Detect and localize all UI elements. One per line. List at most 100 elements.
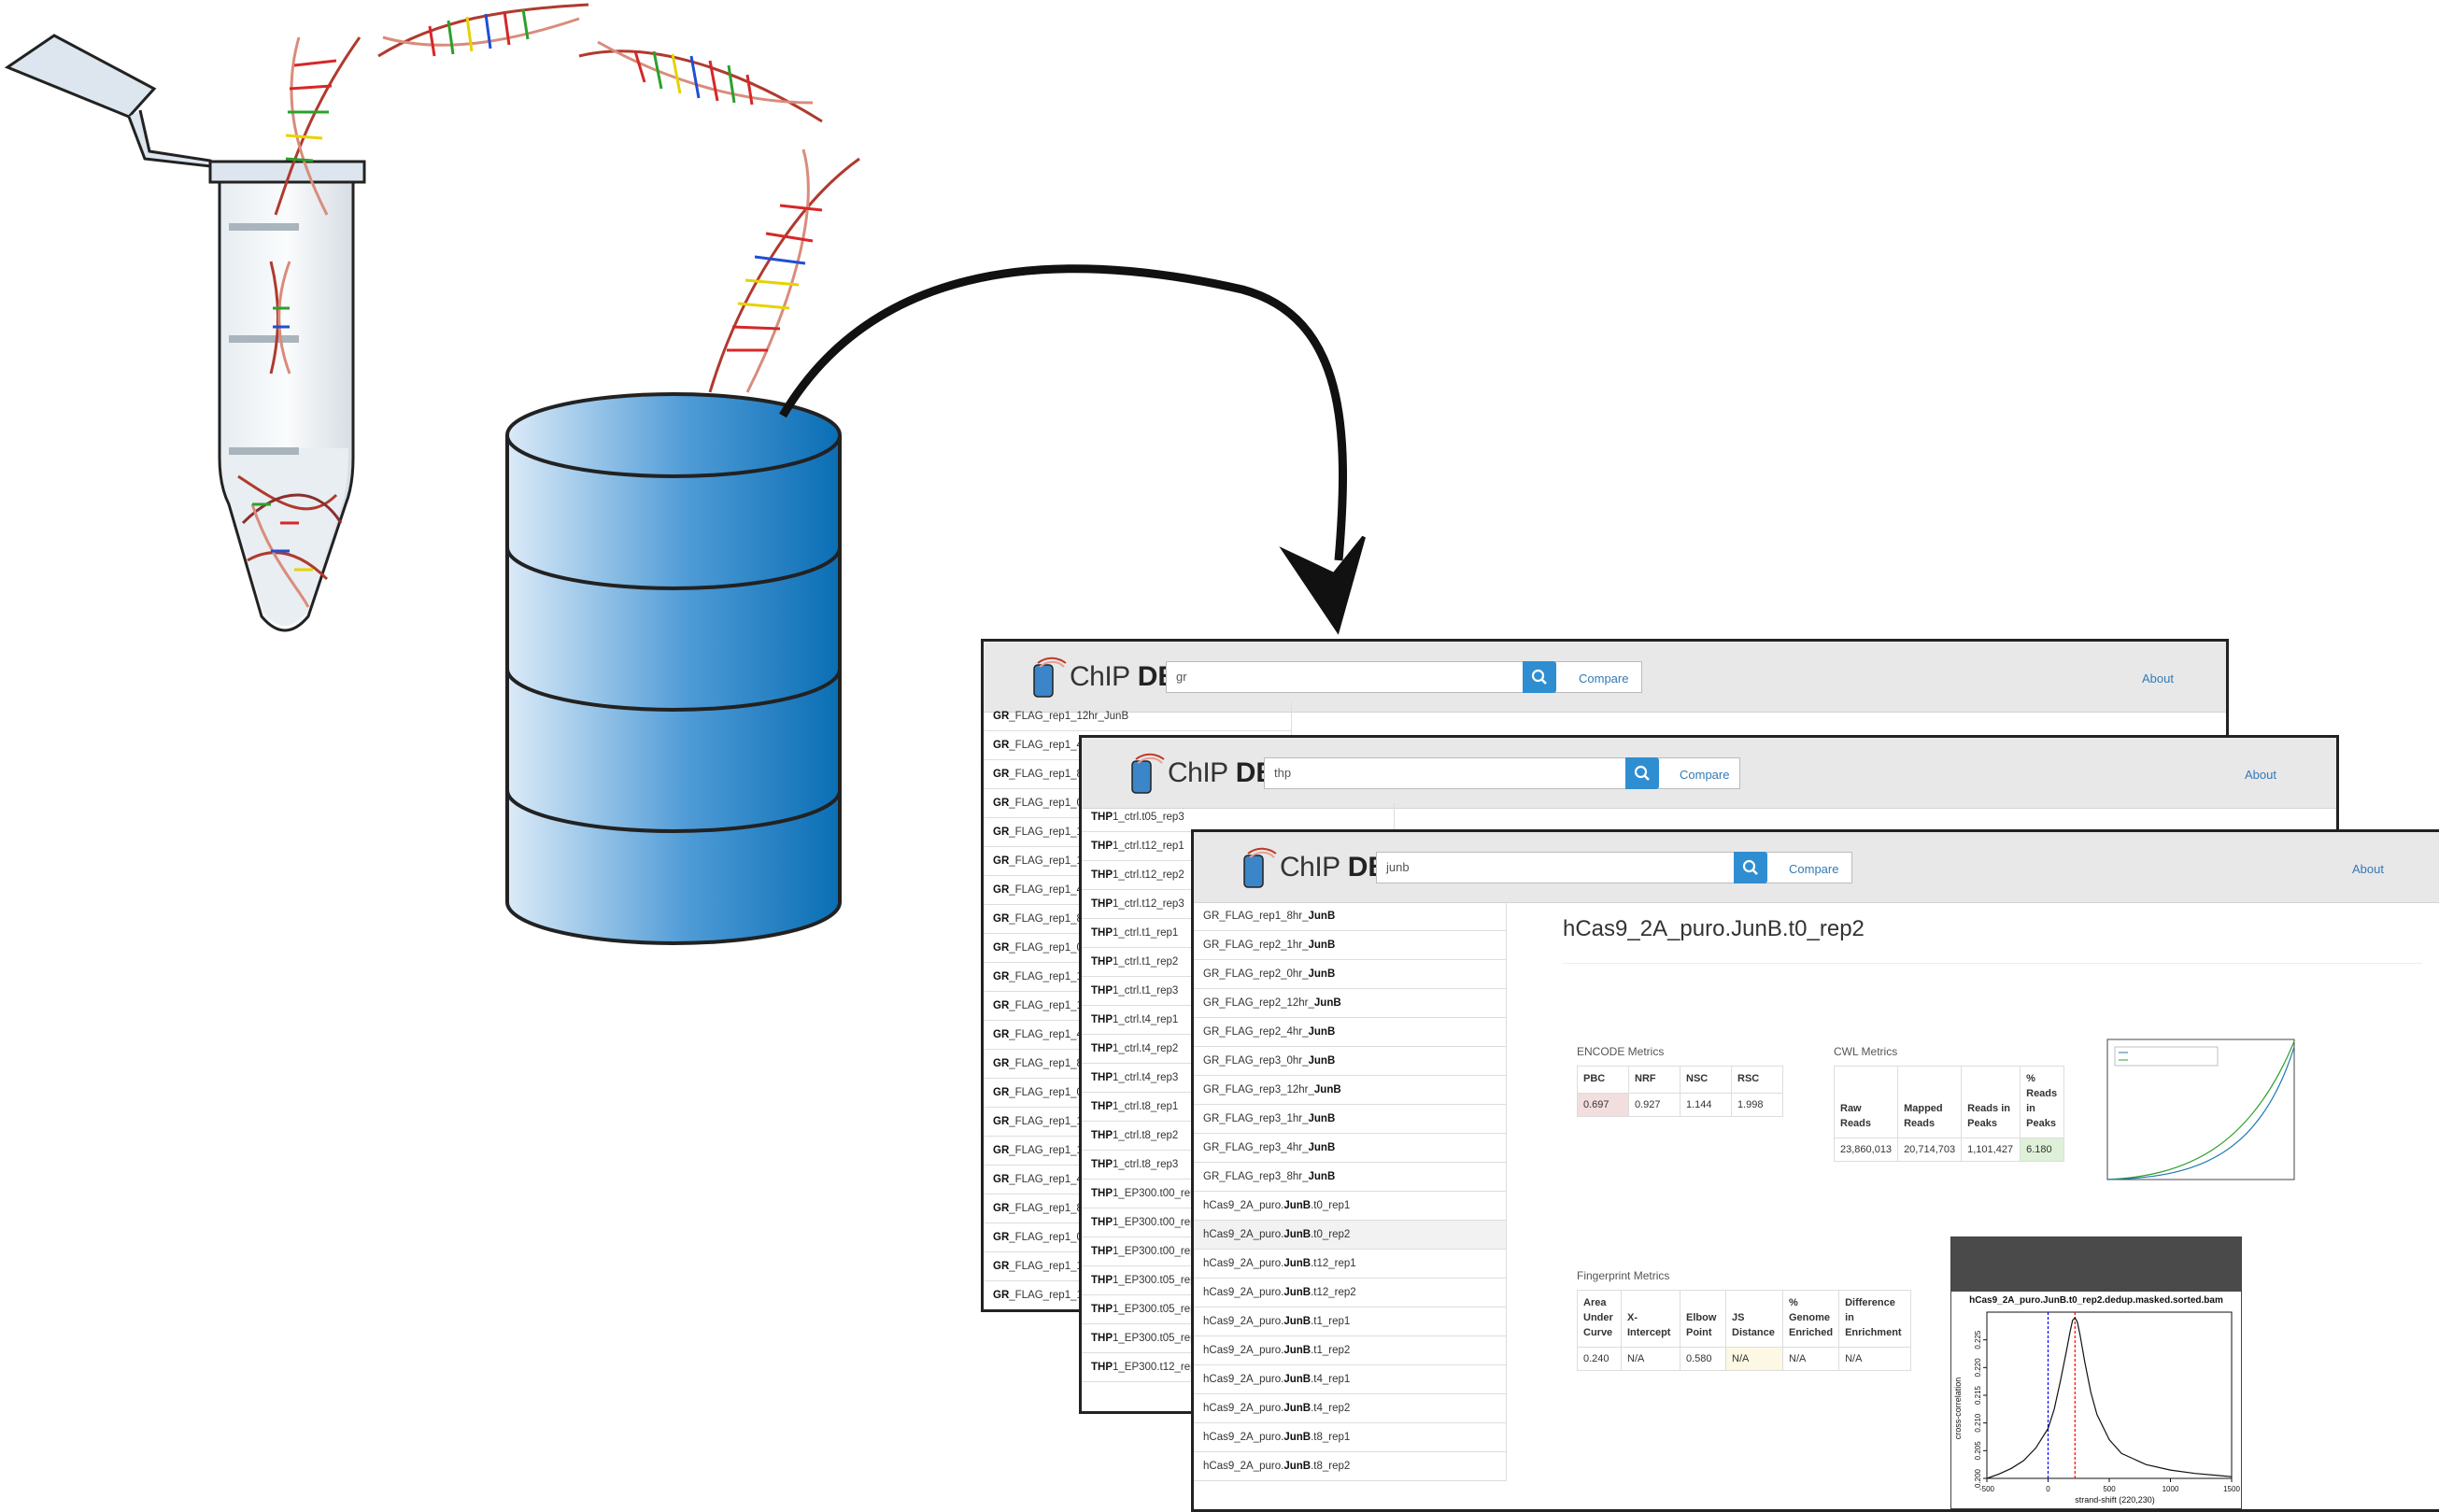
encode-value: 0.697 (1577, 1092, 1629, 1117)
list-item[interactable]: GR_FLAG_rep3_1hr_ JunB (1194, 1105, 1507, 1134)
navbar: ChIP DB junb Compare About (1194, 832, 2439, 903)
search-input[interactable]: thp (1264, 757, 1740, 789)
search-button[interactable] (1523, 661, 1556, 693)
list-item[interactable]: hCas9_2A_puro. JunB .t0_rep1 (1194, 1192, 1507, 1221)
list-item[interactable]: GR_FLAG_rep2_4hr_ JunB (1194, 1018, 1507, 1047)
list-item-match: GR (993, 942, 1010, 954)
cwl-header: % Reads in Peaks (2020, 1066, 2065, 1138)
encode-header-row: PBC NRF NSC RSC (1577, 1066, 1783, 1094)
compare-link[interactable]: Compare (1680, 768, 1729, 782)
compare-link[interactable]: Compare (1579, 671, 1628, 685)
list-item-match: GR (993, 827, 1010, 838)
list-item[interactable]: hCas9_2A_puro. JunB .t4_rep2 (1194, 1394, 1507, 1423)
list-item-match: THP (1091, 1101, 1113, 1112)
list-item-rest: 1_ctrl.t1_rep2 (1113, 956, 1179, 968)
list-item-rest: 1_ctrl.t1_rep3 (1113, 985, 1179, 996)
list-item[interactable]: GR_FLAG_rep3_4hr_ JunB (1194, 1134, 1507, 1163)
encode-value: 0.927 (1628, 1092, 1680, 1117)
list-item[interactable]: hCas9_2A_puro. JunB .t1_rep1 (1194, 1307, 1507, 1336)
list-item-match: GR (993, 769, 1010, 780)
cross-correlation-plot[interactable]: hCas9_2A_puro.JunB.t0_rep2.dedup.masked.… (1950, 1236, 2242, 1509)
list-item[interactable]: GR_FLAG_rep3_8hr_ JunB (1194, 1163, 1507, 1192)
search-input[interactable]: gr (1166, 661, 1642, 693)
list-item[interactable]: GR_FLAG_rep2_12hr_ JunB (1194, 989, 1507, 1018)
search-button[interactable] (1734, 852, 1767, 883)
list-item[interactable]: hCas9_2A_puro. JunB .t12_rep1 (1194, 1250, 1507, 1279)
list-item-match: JunB (1283, 1316, 1312, 1327)
brand-logo[interactable]: ChIP DB (1128, 747, 1276, 799)
compare-link[interactable]: Compare (1789, 862, 1838, 876)
list-item-prefix: hCas9_2A_puro. (1203, 1461, 1284, 1472)
brand-logo[interactable]: ChIP DB (1030, 651, 1178, 703)
fp-value-row: 0.240 N/A 0.580 N/A N/A N/A (1577, 1346, 1912, 1371)
list-item[interactable]: GR_FLAG_rep3_0hr_ JunB (1194, 1047, 1507, 1076)
list-item[interactable]: GR_FLAG_rep2_1hr_ JunB (1194, 931, 1507, 960)
dna-helix-2 (377, 3, 589, 58)
brand-logo[interactable]: ChIP DB (1241, 841, 1388, 894)
list-item-match: JunB (1308, 1055, 1336, 1067)
list-item-prefix: GR_FLAG_rep1_8hr_ (1203, 911, 1309, 922)
list-item-match: THP (1091, 841, 1113, 852)
list-item-match: JunB (1283, 1374, 1312, 1385)
list-item-match: GR (993, 740, 1010, 751)
list-item-suffix: .t4_rep2 (1311, 1403, 1351, 1414)
list-item[interactable]: GR_FLAG_rep1_8hr_JunB (1194, 902, 1507, 931)
list-item-match: THP (1091, 1159, 1113, 1170)
encode-header: NSC (1680, 1066, 1732, 1094)
xcor-title: hCas9_2A_puro.JunB.t0_rep2.dedup.masked.… (1969, 1295, 2223, 1306)
list-item-prefix: hCas9_2A_puro. (1203, 1345, 1284, 1356)
list-item-match: THP (1091, 869, 1113, 881)
cwl-value-row: 23,860,013 20,714,703 1,101,427 6.180 (1833, 1137, 2065, 1162)
about-link[interactable]: About (2245, 768, 2276, 782)
list-item-match: GR (993, 1087, 1010, 1098)
fingerprint-plot-thumbnail[interactable] (2091, 1028, 2305, 1201)
about-link[interactable]: About (2352, 862, 2384, 876)
list-item-match: JunB (1308, 911, 1336, 922)
encode-value: 1.998 (1731, 1092, 1783, 1117)
list-item-rest: 1_ctrl.t8_rep2 (1113, 1130, 1179, 1141)
list-item-match: THP (1091, 927, 1113, 939)
cwl-value: 23,860,013 (1833, 1137, 1899, 1162)
list-item-match: THP (1091, 1275, 1113, 1286)
about-link[interactable]: About (2142, 671, 2174, 685)
list-item[interactable]: GR_FLAG_rep2_0hr_ JunB (1194, 960, 1507, 989)
navbar: ChIP DB thp Compare About (1082, 738, 2336, 809)
list-item-match: JunB (1313, 997, 1341, 1009)
list-item-match: GR (993, 1145, 1010, 1156)
list-item-match: THP (1091, 985, 1113, 996)
search-results-list: GR_FLAG_rep1_8hr_ JunB GR_FLAG_rep2_1hr_ Ju… (1194, 902, 1507, 1481)
list-item[interactable]: hCas9_2A_puro. JunB .t4_rep1 (1194, 1365, 1507, 1394)
list-item-match: JunB (1283, 1403, 1312, 1414)
list-item[interactable]: hCas9_2A_puro. JunB .t12_rep2 (1194, 1279, 1507, 1307)
list-item[interactable]: GR _FLAG_rep1_12hr_JunB (984, 702, 1292, 731)
list-item-rest: 1_EP300.t00_rep2 (1113, 1217, 1202, 1228)
list-item-prefix: hCas9_2A_puro. (1203, 1432, 1284, 1443)
list-item-prefix: GR_FLAG_rep3_4hr_ (1203, 1142, 1309, 1153)
fingerprint-metrics-label: Fingerprint Metrics (1577, 1269, 1670, 1282)
list-item-prefix: hCas9_2A_puro. (1203, 1229, 1284, 1240)
list-item-rest: 1_ctrl.t4_rep3 (1113, 1072, 1179, 1083)
list-item-match: JunB (1308, 1026, 1336, 1038)
search-input[interactable]: junb (1376, 852, 1852, 883)
search-button[interactable] (1625, 757, 1659, 789)
list-item-match: GR (993, 913, 1010, 925)
list-item-rest: 1_ctrl.t4_rep1 (1113, 1014, 1179, 1025)
list-item[interactable]: hCas9_2A_puro. JunB .t8_rep2 (1194, 1452, 1507, 1481)
list-item-match: GR (993, 798, 1010, 809)
list-item-rest: 1_ctrl.t12_rep3 (1113, 898, 1184, 910)
fp-header: % Genome Enriched (1781, 1290, 1840, 1348)
list-item-suffix: .t4_rep1 (1311, 1374, 1351, 1385)
list-item-match: JunB (1313, 1084, 1341, 1095)
list-item-rest: _FLAG_rep1_12hr_JunB (1009, 711, 1129, 722)
list-item[interactable]: GR_FLAG_rep3_12hr_ JunB (1194, 1076, 1507, 1105)
list-item-match: GR (993, 1116, 1010, 1127)
xcor-xtick-label: 1000 (2162, 1485, 2179, 1493)
list-item[interactable]: hCas9_2A_puro. JunB .t0_rep2 (1194, 1221, 1507, 1250)
list-item-prefix: GR_FLAG_rep2_4hr_ (1203, 1026, 1309, 1038)
list-item[interactable]: hCas9_2A_puro. JunB .t8_rep1 (1194, 1423, 1507, 1452)
xcor-ytick-label: 0.205 (1974, 1441, 1982, 1461)
list-item-match: GR (993, 1232, 1010, 1243)
list-item[interactable]: THP 1_ctrl.t05_rep3 (1082, 803, 1395, 832)
dna-helix-4 (708, 148, 860, 393)
list-item[interactable]: hCas9_2A_puro. JunB .t1_rep2 (1194, 1336, 1507, 1365)
